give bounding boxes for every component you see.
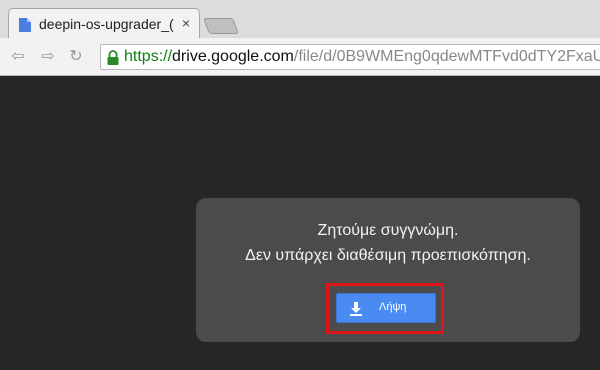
browser-toolbar: ⇦ ⇨ ↻ https://drive.google.com/file/d/0B…: [0, 38, 600, 76]
back-icon[interactable]: ⇦: [8, 47, 28, 67]
lock-icon: [107, 50, 119, 65]
address-bar[interactable]: https://drive.google.com/file/d/0B9WMEng…: [100, 44, 600, 70]
tab-title: deepin-os-upgrader_(: [39, 16, 174, 32]
document-icon: [19, 18, 31, 32]
close-tab-icon[interactable]: ×: [179, 15, 193, 31]
new-tab-button[interactable]: [203, 18, 239, 34]
url-scheme: https://: [124, 48, 173, 65]
url-host: drive.google.com: [172, 48, 294, 65]
forward-icon[interactable]: ⇨: [38, 47, 58, 67]
no-preview-dialog: Ζητούμε συγγνώμη. Δεν υπάρχει διαθέσιμη …: [196, 198, 580, 342]
tab-active[interactable]: deepin-os-upgrader_( ×: [8, 8, 200, 38]
no-preview-message: Δεν υπάρχει διαθέσιμη προεπισκόπηση.: [245, 247, 531, 264]
tab-strip: deepin-os-upgrader_( ×: [0, 0, 600, 38]
download-button[interactable]: Λήψη: [336, 293, 436, 323]
url-path: /file/d/0B9WMEng0qdewMTFvd0dTY2FxaU: [293, 48, 600, 65]
reload-icon[interactable]: ↻: [66, 47, 86, 67]
download-label: Λήψη: [379, 301, 407, 313]
apology-message: Ζητούμε συγγνώμη.: [317, 222, 459, 239]
url-text: https://drive.google.com/file/d/0B9WMEng…: [124, 48, 600, 66]
download-icon: [350, 302, 362, 316]
